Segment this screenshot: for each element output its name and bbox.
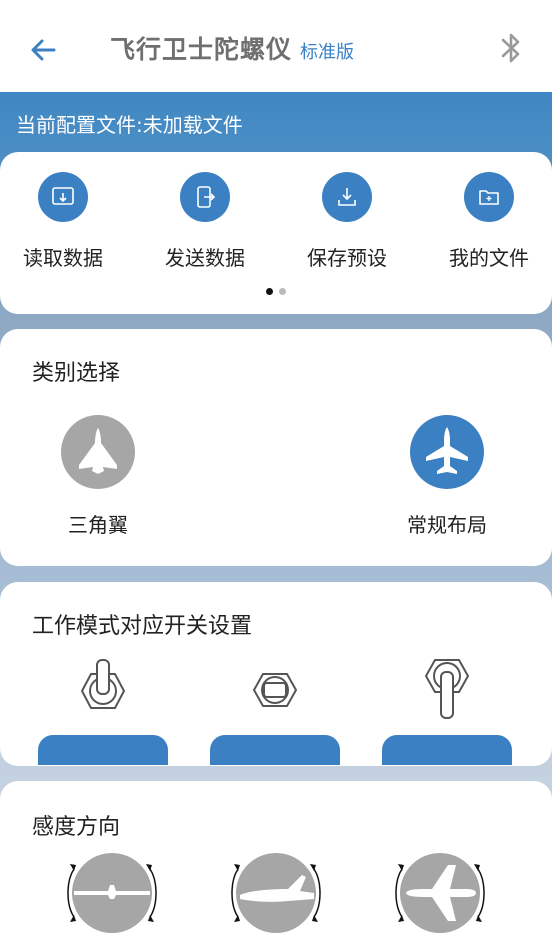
action-label: 发送数据: [165, 246, 245, 270]
roll-direction-button[interactable]: [64, 851, 160, 935]
actions-card: 读取数据 发送数据 保存预设 我的文件: [0, 152, 552, 314]
back-arrow-icon[interactable]: [28, 34, 60, 66]
category-label: 三角翼: [68, 513, 128, 537]
yaw-direction-icon: [395, 853, 485, 933]
conventional-jet-icon: [410, 415, 484, 489]
toggle-switch-down-icon: [424, 659, 470, 719]
toggle-switch-up-icon: [80, 659, 126, 709]
yaw-direction-button[interactable]: [392, 851, 488, 935]
category-card: 类别选择 三角翼 常规布局: [0, 329, 552, 566]
sensitivity-card: 感度方向: [0, 781, 552, 952]
action-label: 我的文件: [449, 246, 529, 270]
switch-assign-button-1[interactable]: [38, 735, 168, 765]
read-data-icon: [38, 172, 88, 222]
send-data-icon: [180, 172, 230, 222]
switch-assign-button-2[interactable]: [210, 735, 340, 765]
roll-direction-icon: [67, 853, 157, 933]
read-data-button[interactable]: 读取数据: [3, 172, 123, 271]
category-label: 常规布局: [407, 513, 487, 537]
category-delta-wing[interactable]: 三角翼: [28, 415, 168, 538]
save-preset-button[interactable]: 保存预设: [287, 172, 407, 271]
action-label: 保存预设: [307, 246, 387, 270]
page-dot-active[interactable]: [266, 288, 273, 295]
action-label: 读取数据: [23, 246, 103, 270]
switch-setting-up[interactable]: [38, 658, 168, 722]
my-files-icon: [464, 172, 514, 222]
work-mode-card: 工作模式对应开关设置: [0, 582, 552, 766]
app-header: 飞行卫士陀螺仪 标准版: [0, 0, 552, 92]
switch-setting-down[interactable]: [382, 658, 512, 722]
title-group: 飞行卫士陀螺仪 标准版: [110, 30, 354, 66]
work-mode-title: 工作模式对应开关设置: [32, 614, 253, 639]
pitch-direction-button[interactable]: [228, 851, 324, 935]
send-data-button[interactable]: 发送数据: [145, 172, 265, 271]
save-preset-icon: [322, 172, 372, 222]
app-title: 飞行卫士陀螺仪: [110, 35, 293, 64]
switch-setting-middle[interactable]: [210, 658, 340, 722]
delta-wing-jet-icon: [61, 415, 135, 489]
edition-label: 标准版: [300, 42, 355, 63]
category-title: 类别选择: [32, 361, 121, 386]
config-file-status: 当前配置文件:未加载文件: [16, 113, 243, 137]
toggle-switch-middle-icon: [252, 673, 298, 707]
page-dot[interactable]: [279, 288, 286, 295]
category-conventional[interactable]: 常规布局: [377, 415, 517, 538]
bluetooth-icon[interactable]: [496, 30, 526, 66]
page-indicator: [0, 288, 552, 295]
my-files-button[interactable]: 我的文件: [429, 172, 549, 271]
pitch-direction-icon: [231, 853, 321, 933]
sensitivity-title: 感度方向: [32, 815, 121, 840]
switch-assign-button-3[interactable]: [382, 735, 512, 765]
